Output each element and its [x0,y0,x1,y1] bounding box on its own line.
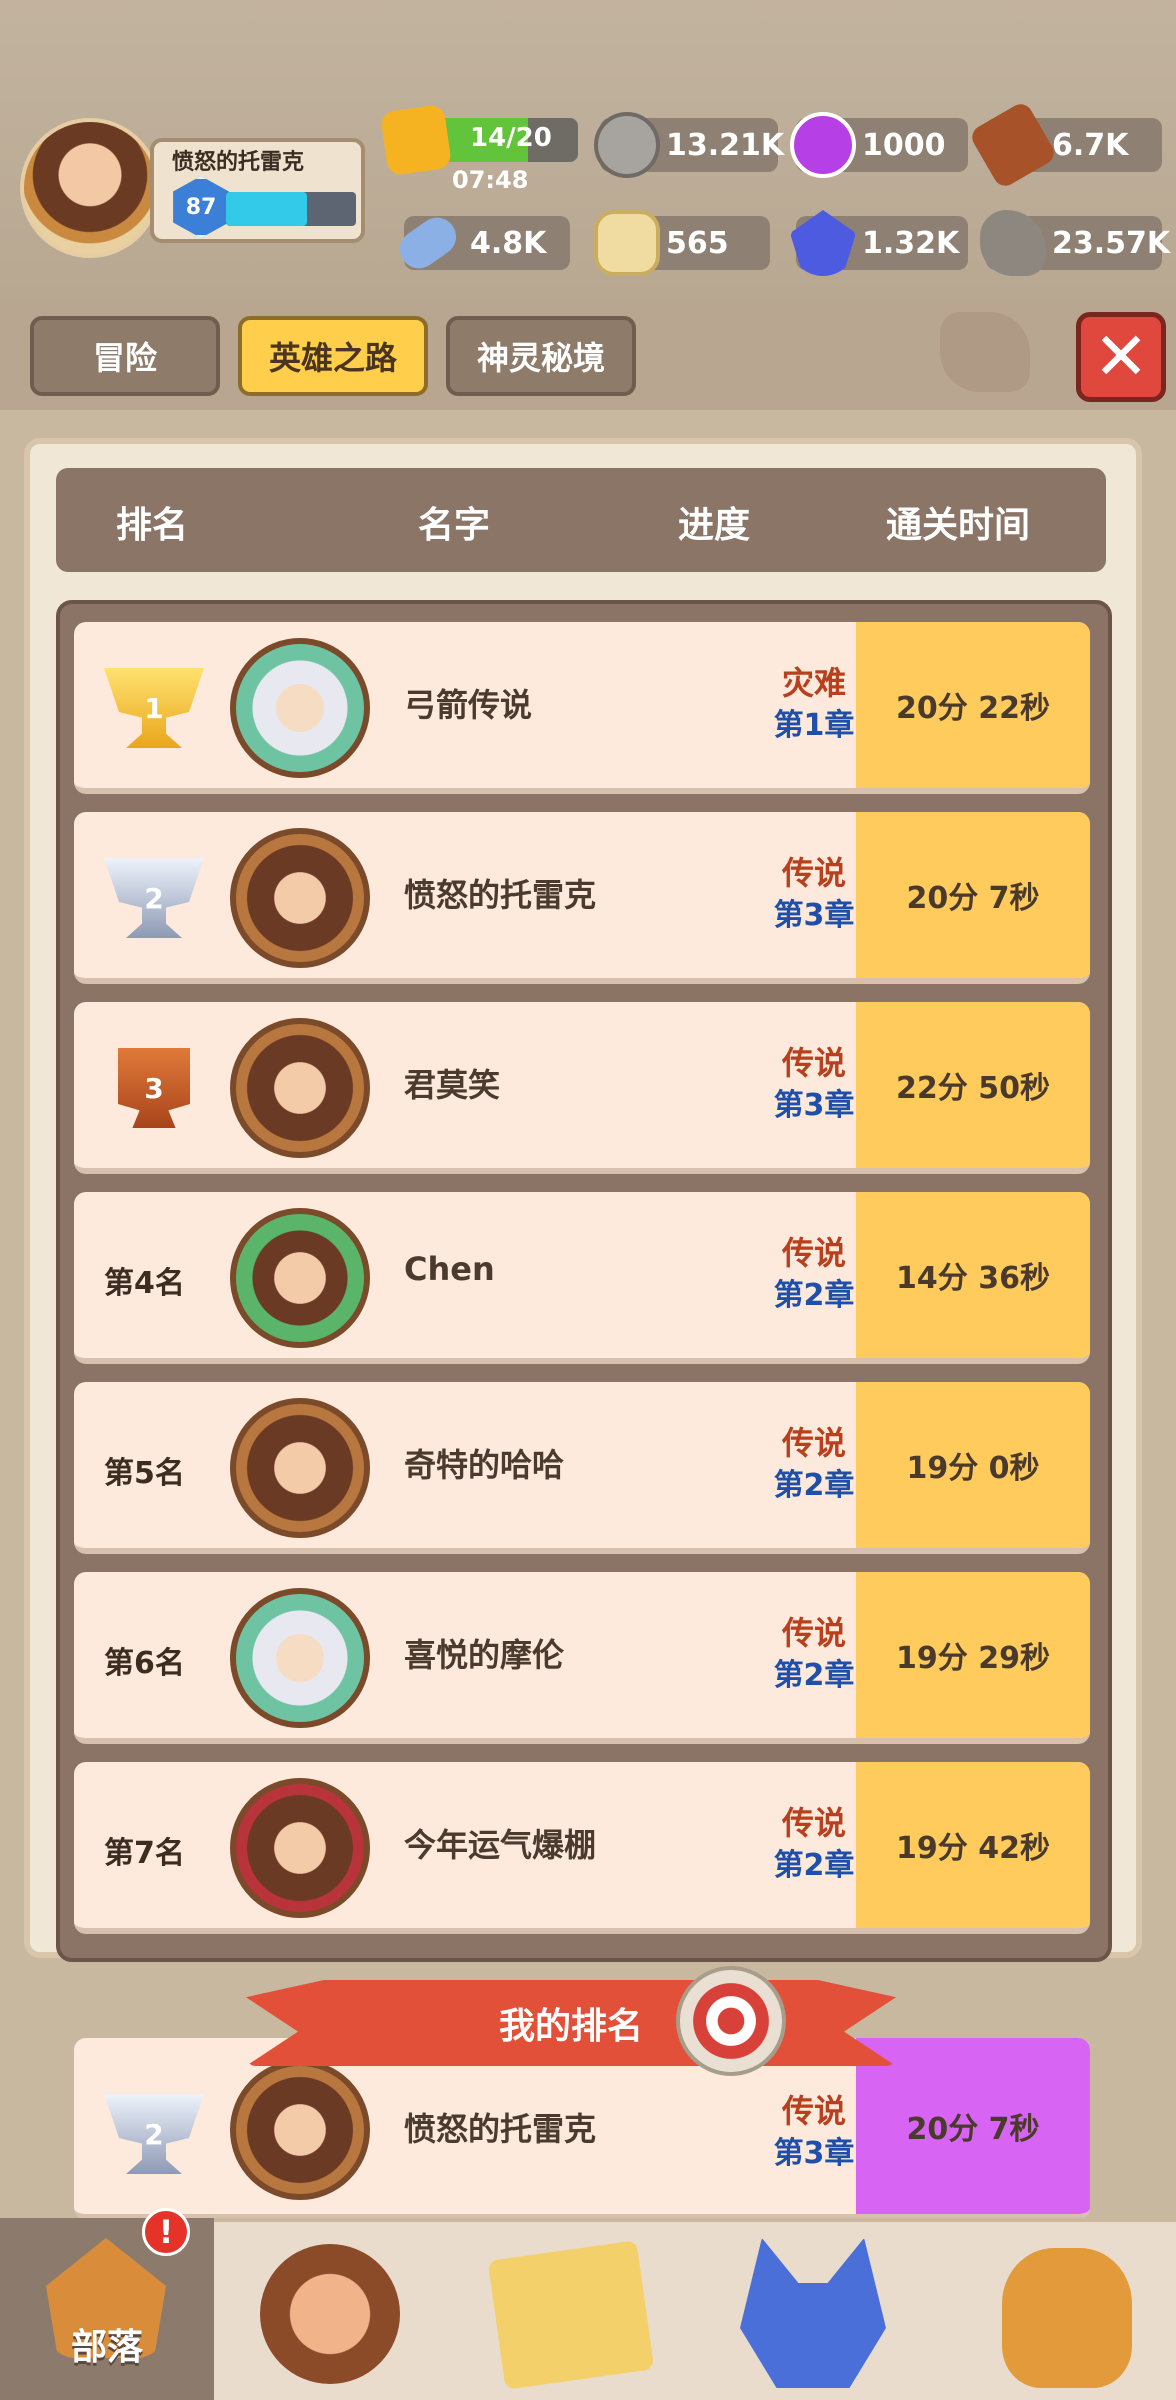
player-name: 愤怒的托雷克 [404,876,597,914]
resource-nuts[interactable]: 13.21K [594,112,784,178]
clear-time: 19分 0秒 [856,1382,1090,1548]
nav-map[interactable] [466,2218,680,2400]
rank-label: 第4名 [104,1266,185,1301]
resource-coin-value: 565 [666,226,729,261]
energy-value: 14/20 [470,123,552,153]
alert-badge: ! [142,2208,190,2256]
clear-time: 22分 50秒 [856,1002,1090,1168]
player-avatar[interactable] [20,118,160,258]
resource-purple-orb[interactable]: 1000 [790,112,968,178]
header-progress: 进度 [678,505,751,546]
energy-icon[interactable] [379,103,453,177]
player-name: 奇特的哈哈 [404,1446,565,1484]
player-name: 愤怒的托雷克 [172,150,305,175]
pet-icon [740,2238,886,2388]
clear-time: 19分 42秒 [856,1762,1090,1928]
player-avatar [230,638,370,778]
leaderboard-row[interactable]: 第5名 奇特的哈哈 传说 第2章 19分 0秒 [74,1382,1090,1554]
player-xp-fill [226,192,307,226]
clear-time: 20分 22秒 [856,622,1090,788]
resource-crystal-value: 1.32K [862,226,960,261]
leaderboard-row[interactable]: 第6名 喜悦的摩伦 传说 第2章 19分 29秒 [74,1572,1090,1744]
purple-orb-icon [790,112,856,178]
leaderboard-row[interactable]: 1 弓箭传说 灾难 第1章 20分 22秒 [74,622,1090,794]
player-xp-bar [226,192,356,226]
player-name: 喜悦的摩伦 [404,1636,565,1674]
nav-bag[interactable] [962,2218,1176,2400]
clear-time: 14分 36秒 [856,1192,1090,1358]
player-name: Chen [404,1250,495,1288]
resource-wood[interactable]: 6.7K [967,99,1162,191]
clear-time: 20分 7秒 [856,812,1090,978]
map-icon [487,2240,655,2390]
leaderboard-row[interactable]: 第4名 Chen 传说 第2章 14分 36秒 [74,1192,1090,1364]
leaderboard-row[interactable]: 3 君莫笑 传说 第3章 22分 50秒 [74,1002,1090,1174]
nav-pet[interactable] [706,2218,920,2400]
leaderboard-row[interactable]: 2 愤怒的托雷克 传说 第3章 20分 7秒 [74,812,1090,984]
my-rank-ribbon: 我的排名 [246,1980,896,2066]
player-avatar [230,1398,370,1538]
header-rank: 排名 [116,505,189,546]
tab-hero-road[interactable]: 英雄之路 [238,316,428,396]
header-time: 通关时间 [886,505,1031,546]
coin-icon [594,210,660,276]
tab-adventure[interactable]: 冒险 [30,316,220,396]
resource-stone-value: 23.57K [1052,226,1171,261]
nut-icon [594,112,660,178]
player-avatar [230,1588,370,1728]
hero-icon [260,2244,400,2384]
leaderboard-row[interactable]: 第7名 今年运气爆棚 传说 第2章 19分 42秒 [74,1762,1090,1934]
tab-divine-realm[interactable]: 神灵秘境 [446,316,636,396]
resource-bone[interactable]: 4.8K [392,210,570,276]
bronze-medal-icon: 3 [118,1048,190,1128]
crystal-icon [790,210,856,276]
player-avatar [230,1018,370,1158]
resource-bone-value: 4.8K [470,226,547,261]
nav-hero[interactable] [226,2218,440,2400]
rank-label: 第7名 [104,1836,185,1871]
player-name: 君莫笑 [404,1066,501,1104]
player-avatar [230,1778,370,1918]
header-name: 名字 [418,505,491,546]
player-avatar [230,828,370,968]
silver-trophy-icon: 2 [104,858,204,938]
energy-timer: 07:48 [452,166,529,194]
rank-number: 3 [144,1071,164,1105]
rank-number: 1 [144,691,164,725]
resource-nuts-value: 13.21K [666,128,785,163]
close-icon: ✕ [1093,318,1149,395]
rank-label: 第5名 [104,1456,185,1491]
player-avatar [230,2060,370,2200]
stone-icon [980,210,1046,276]
resource-wood-value: 6.7K [1052,128,1129,163]
resource-purple-orb-value: 1000 [862,128,946,163]
player-name: 愤怒的托雷克 [404,2110,597,2148]
resource-crystal[interactable]: 1.32K [790,210,968,276]
gold-trophy-icon: 1 [104,668,204,748]
resource-coin[interactable]: 565 [594,210,770,276]
leaderboard-header: 排名 名字 进度 通关时间 [56,468,1106,572]
rank-label: 第6名 [104,1646,185,1681]
rank-number: 2 [144,881,164,915]
player-avatar [230,1208,370,1348]
close-button[interactable]: ✕ [1076,312,1166,402]
bag-icon [1002,2248,1132,2388]
nav-tribe-label: 部落 [70,2327,143,2368]
resource-stone[interactable]: 23.57K [980,210,1170,276]
player-name: 弓箭传说 [404,686,533,724]
silver-trophy-icon: 2 [104,2094,204,2174]
target-icon [676,1966,786,2076]
player-name: 今年运气爆棚 [404,1826,597,1864]
clear-time: 19分 29秒 [856,1572,1090,1738]
rank-number: 2 [144,2117,164,2151]
dragon-emblem-icon [940,312,1030,392]
